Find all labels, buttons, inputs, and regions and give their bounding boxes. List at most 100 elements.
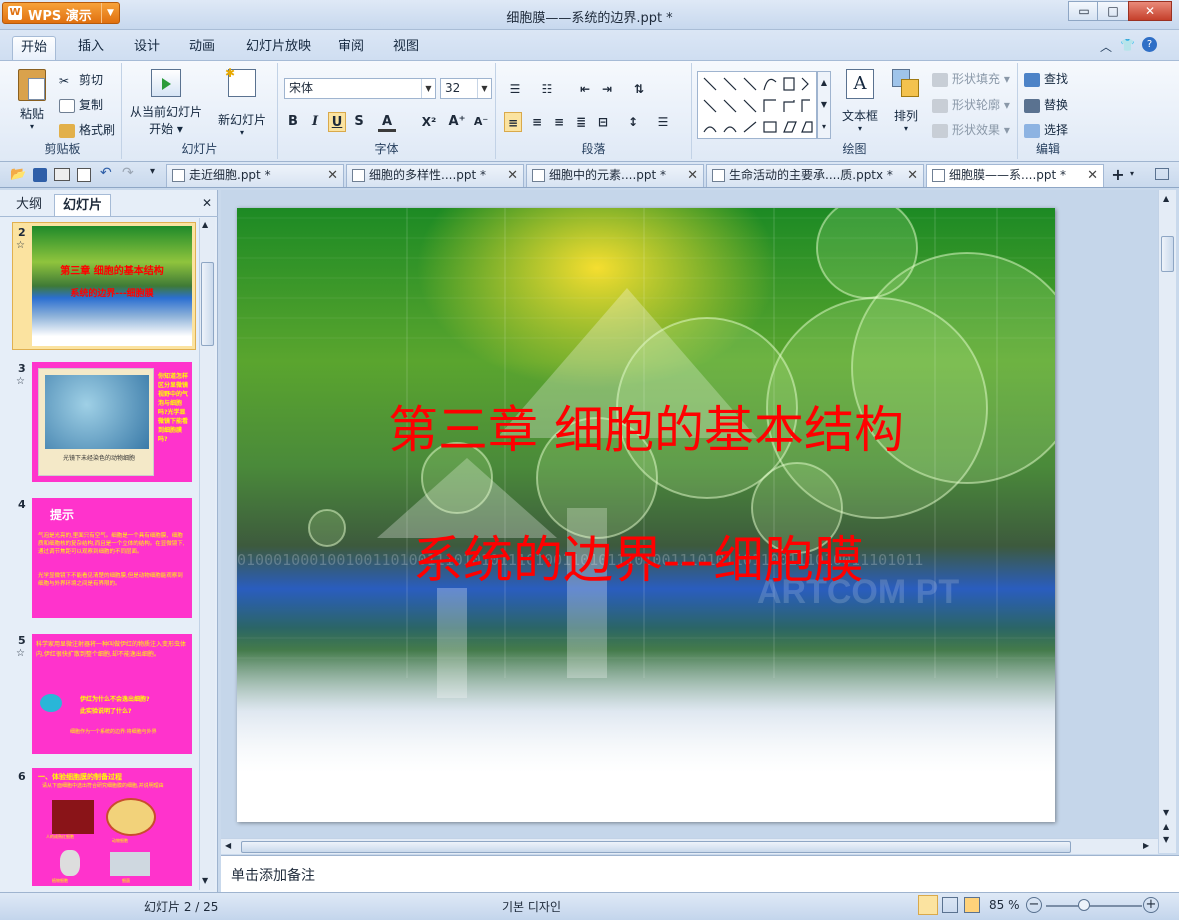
slideshow-view-icon[interactable] bbox=[964, 897, 980, 913]
doc-tab[interactable]: 细胞的多样性....ppt * ✕ bbox=[346, 164, 524, 187]
editor-hscroll-thumb[interactable] bbox=[241, 841, 1071, 853]
close-icon[interactable]: ✕ bbox=[327, 165, 338, 186]
underline-button[interactable]: U bbox=[328, 112, 346, 132]
previous-slide-icon[interactable]: ▲ bbox=[1163, 822, 1169, 831]
panel-scrollbar[interactable]: ▲ ▼ bbox=[199, 218, 215, 890]
minimize-button[interactable]: ▭ bbox=[1068, 1, 1100, 21]
close-icon[interactable]: ✕ bbox=[507, 165, 518, 186]
tab-outline[interactable]: 大纲 bbox=[8, 194, 50, 216]
font-color-button[interactable]: A bbox=[378, 112, 396, 132]
open-folder-icon[interactable]: 📂 bbox=[10, 167, 26, 182]
format-painter-button[interactable]: 格式刷 bbox=[59, 121, 115, 138]
scroll-up-icon[interactable]: ▲ bbox=[1163, 194, 1169, 203]
shape-fill-button[interactable]: 形状填充 ▾ bbox=[932, 70, 1010, 87]
arrange-button[interactable]: 排列 ▾ bbox=[888, 69, 924, 133]
tab-animation[interactable]: 动画 bbox=[181, 36, 223, 60]
doc-tab-active[interactable]: 细胞膜——系....ppt * ✕ bbox=[926, 164, 1104, 187]
superscript-button[interactable]: X² bbox=[420, 112, 438, 132]
slide-sorter-icon[interactable] bbox=[942, 897, 958, 913]
slide-thumbnail-2[interactable]: 第三章 细胞的基本结构 系统的边界---细胞膜 bbox=[32, 226, 192, 346]
new-tab-button[interactable]: + bbox=[1108, 165, 1128, 185]
notes-pane[interactable]: 单击添加备注 bbox=[221, 855, 1179, 892]
font-name-select[interactable]: 宋体 ▼ bbox=[284, 78, 436, 99]
numbered-list-icon[interactable]: ☷ bbox=[538, 79, 556, 99]
help-icon[interactable]: ? bbox=[1142, 37, 1157, 52]
normal-view-icon[interactable] bbox=[918, 895, 938, 915]
panel-scroll-thumb[interactable] bbox=[201, 262, 214, 346]
align-right-icon[interactable]: ≡ bbox=[550, 112, 568, 132]
shape-outline-button[interactable]: 形状轮廓 ▾ bbox=[932, 96, 1010, 113]
print-preview-icon[interactable] bbox=[77, 168, 91, 182]
scroll-right-icon[interactable]: ▶ bbox=[1143, 841, 1149, 850]
increase-indent-icon[interactable]: ⇥ bbox=[598, 79, 616, 99]
close-button[interactable]: ✕ bbox=[1128, 1, 1172, 21]
justify-icon[interactable]: ≣ bbox=[572, 112, 590, 132]
find-button[interactable]: 查找 bbox=[1024, 70, 1068, 87]
doc-tab[interactable]: 生命活动的主要承....质.pptx * ✕ bbox=[706, 164, 924, 187]
slide-title[interactable]: 第三章 细胞的基本结构 bbox=[237, 390, 1055, 462]
zoom-out-icon[interactable]: − bbox=[1026, 897, 1042, 913]
increase-font-button[interactable]: A⁺ bbox=[448, 112, 466, 132]
bold-button[interactable]: B bbox=[284, 112, 302, 132]
zoom-in-icon[interactable]: + bbox=[1143, 897, 1159, 913]
shape-effect-button[interactable]: 形状效果 ▾ bbox=[932, 121, 1010, 138]
save-icon[interactable] bbox=[33, 168, 47, 182]
line-spacing-icon[interactable]: ↕ bbox=[624, 112, 642, 132]
undo-icon[interactable]: ↶ bbox=[100, 165, 112, 181]
columns-icon[interactable]: ☰ bbox=[654, 112, 672, 132]
zoom-slider-thumb[interactable] bbox=[1078, 899, 1090, 911]
close-icon[interactable]: ✕ bbox=[687, 165, 698, 186]
slide-thumbnail-6[interactable]: 一、体验细胞膜的制备过程 请从下面细胞中选出符合研究细胞膜的细胞,并说明理由 人… bbox=[32, 768, 192, 886]
tab-slideshow[interactable]: 幻灯片放映 bbox=[238, 36, 319, 60]
zoom-slider[interactable] bbox=[1046, 905, 1142, 907]
editor-scroll-thumb[interactable] bbox=[1161, 236, 1174, 272]
scroll-down-icon[interactable]: ▼ bbox=[1163, 808, 1169, 817]
scroll-down-icon[interactable]: ▼ bbox=[202, 876, 208, 885]
editor-horizontal-scrollbar[interactable]: ◀ ▶ bbox=[221, 838, 1158, 854]
textbox-button[interactable]: A 文本框 ▾ bbox=[842, 69, 878, 133]
next-slide-icon[interactable]: ▼ bbox=[1163, 835, 1169, 844]
shapes-gallery-scroll[interactable]: ▲ ▼ ▾ bbox=[817, 71, 831, 139]
decrease-indent-icon[interactable]: ⇤ bbox=[576, 79, 594, 99]
slide-thumbnail-4[interactable]: 提示 气泡是光亮的,里面只有空气。细胞是一个具有细胞膜、细胞质和细胞核的复杂结构… bbox=[32, 498, 192, 618]
quick-access-menu-icon[interactable]: ▾ bbox=[150, 166, 155, 177]
maximize-button[interactable]: □ bbox=[1097, 1, 1129, 21]
align-center-icon[interactable]: ≡ bbox=[528, 112, 546, 132]
ribbon-collapse-icon[interactable]: ︿ bbox=[1100, 38, 1112, 55]
text-direction-icon[interactable]: ⇅ bbox=[630, 79, 648, 99]
print-icon[interactable] bbox=[54, 168, 70, 181]
tab-list-icon[interactable]: ▾ bbox=[1130, 169, 1134, 178]
cut-button[interactable]: ✂ 剪切 bbox=[59, 71, 103, 88]
paste-button[interactable]: 粘贴 ▾ bbox=[14, 69, 50, 135]
redo-icon[interactable]: ↷ bbox=[122, 165, 134, 181]
decrease-font-button[interactable]: A⁻ bbox=[472, 112, 490, 132]
doc-tab[interactable]: 走近细胞.ppt * ✕ bbox=[166, 164, 344, 187]
select-button[interactable]: 选择 bbox=[1024, 121, 1068, 138]
close-panel-icon[interactable]: ✕ bbox=[202, 196, 212, 210]
scroll-up-icon[interactable]: ▲ bbox=[202, 220, 208, 229]
shapes-gallery[interactable] bbox=[697, 71, 817, 139]
italic-button[interactable]: I bbox=[306, 112, 324, 132]
skin-icon[interactable]: 👕 bbox=[1120, 38, 1135, 52]
editor-vertical-scrollbar[interactable]: ▲ ▼ ▲ ▼ bbox=[1158, 190, 1176, 853]
close-icon[interactable]: ✕ bbox=[907, 165, 918, 186]
distribute-icon[interactable]: ⊟ bbox=[594, 112, 612, 132]
copy-button[interactable]: 复制 bbox=[59, 96, 103, 113]
slide-canvas[interactable]: 0100010001001001101001110101011101001101… bbox=[237, 208, 1055, 822]
new-slide-button[interactable]: ✱ 新幻灯片 ▾ bbox=[216, 66, 268, 137]
restore-panel-icon[interactable] bbox=[1155, 168, 1169, 180]
tab-insert[interactable]: 插入 bbox=[70, 36, 112, 60]
doc-tab[interactable]: 细胞中的元素....ppt * ✕ bbox=[526, 164, 704, 187]
slide-thumbnail-5[interactable]: 科学家用显微注射器将一种叫做伊红的物质注入变形虫体内,伊红很快扩散到整个细胞,却… bbox=[32, 634, 192, 754]
strikethrough-s-button[interactable]: S bbox=[350, 112, 368, 132]
font-size-select[interactable]: 32 ▼ bbox=[440, 78, 492, 99]
tab-slides[interactable]: 幻灯片 bbox=[54, 194, 112, 216]
scroll-left-icon[interactable]: ◀ bbox=[225, 841, 231, 850]
slide-subtitle[interactable]: 系统的边界---细胞膜 bbox=[413, 520, 864, 592]
align-left-icon[interactable]: ≡ bbox=[504, 112, 522, 132]
tab-view[interactable]: 视图 bbox=[385, 36, 427, 60]
tab-home[interactable]: 开始 bbox=[12, 36, 57, 60]
close-icon[interactable]: ✕ bbox=[1087, 165, 1098, 186]
slide-thumbnail-3[interactable]: 光镜下未经染色的动物细胞 你知道怎样区分显微镜视野中的气泡与细胞吗?光学显微镜下… bbox=[32, 362, 192, 482]
replace-button[interactable]: 替换 bbox=[1024, 96, 1068, 113]
